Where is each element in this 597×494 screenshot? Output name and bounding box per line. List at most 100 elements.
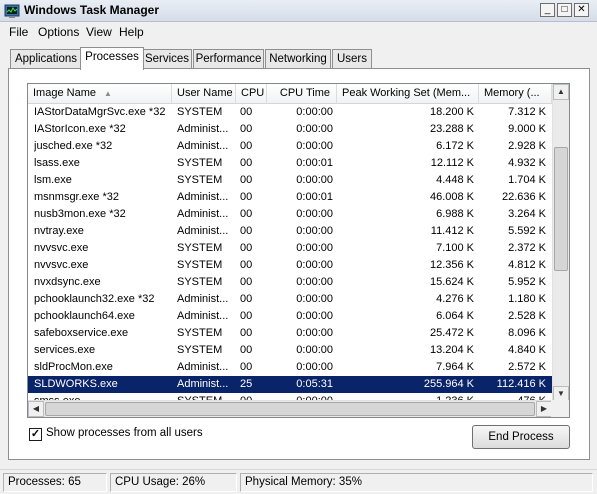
cell-cpu-time: 0:00:00 (296, 225, 333, 237)
cell-cpu-time: 0:00:00 (296, 242, 333, 254)
column-user-name[interactable]: User Name (172, 84, 236, 104)
table-row[interactable]: lsass.exe SYSTEM 00 0:00:01 12.112 K 4.932 K (28, 155, 552, 172)
horizontal-scrollbar[interactable]: ◀ ▶ (28, 400, 553, 417)
column-memory[interactable]: Memory (... (479, 84, 552, 104)
table-row[interactable]: IAStorIcon.exe *32 Administ... 00 0:00:00 23… (28, 121, 552, 138)
cell-memory: 1.180 K (508, 293, 546, 305)
horizontal-scroll-thumb[interactable] (45, 402, 535, 416)
cell-memory: 4.812 K (508, 259, 546, 271)
cell-memory: 5.952 K (508, 276, 546, 288)
cell-memory: 5.592 K (508, 225, 546, 237)
cell-memory: 3.264 K (508, 208, 546, 220)
process-list[interactable]: Image Name ▲ User Name CPU CPU Time Peak … (27, 83, 570, 418)
cell-cpu-time: 0:00:00 (296, 140, 333, 152)
cell-peak-working-set: 6.172 K (436, 140, 474, 152)
table-row[interactable]: msnmsgr.exe *32 Administ... 00 0:00:01 46.00… (28, 189, 552, 206)
cell-cpu-time: 0:00:00 (296, 310, 333, 322)
cell-image-name: SLDWORKS.exe (34, 378, 118, 390)
table-row[interactable]: safeboxservice.exe SYSTEM 00 0:00:00 25.472 … (28, 325, 552, 342)
end-process-button[interactable]: End Process (472, 425, 570, 449)
menu-options[interactable]: Options (38, 25, 79, 39)
cell-image-name: pchooklaunch32.exe *32 (34, 293, 155, 305)
tab-processes[interactable]: Processes (80, 47, 144, 70)
cell-image-name: msnmsgr.exe *32 (34, 191, 119, 203)
cell-memory: 9.000 K (508, 123, 546, 135)
table-row[interactable]: pchooklaunch32.exe *32 Administ... 00 0:00:… (28, 291, 552, 308)
cell-cpu: 00 (240, 225, 253, 237)
maximize-button[interactable]: □ (557, 3, 572, 17)
table-row[interactable]: pchooklaunch64.exe Administ... 00 0:00:00 6.… (28, 308, 552, 325)
cell-memory: 2.572 K (508, 361, 546, 373)
cell-peak-working-set: 4.448 K (436, 174, 474, 186)
cell-user-name: Administ... (177, 191, 229, 203)
menu-help[interactable]: Help (119, 25, 144, 39)
cell-peak-working-set: 15.624 K (429, 276, 474, 288)
table-row[interactable]: sldProcMon.exe Administ... 00 0:00:00 7.964 … (28, 359, 552, 376)
table-row[interactable]: services.exe SYSTEM 00 0:00:00 13.204 K 4.840… (28, 342, 552, 359)
vertical-scrollbar[interactable]: ▲ ▼ (552, 84, 569, 402)
cell-cpu: 00 (240, 327, 253, 339)
cell-image-name: nvvsvc.exe (34, 242, 89, 254)
menu-file[interactable]: File (9, 25, 28, 39)
cell-cpu-time: 0:00:01 (296, 157, 333, 169)
cell-cpu: 00 (240, 310, 253, 322)
column-peak-working-set[interactable]: Peak Working Set (Mem... (337, 84, 479, 104)
table-row[interactable]: jusched.exe *32 Administ... 00 0:00:00 6.172… (28, 138, 552, 155)
cell-cpu: 00 (240, 191, 253, 203)
status-bar: Processes: 65 CPU Usage: 26% Physical Me… (0, 469, 597, 494)
cell-cpu: 00 (240, 361, 253, 373)
cell-peak-working-set: 18.200 K (429, 106, 474, 118)
table-row[interactable]: nvvsvc.exe SYSTEM 00 0:00:00 7.100 K 2.372 K (28, 240, 552, 257)
column-cpu-time[interactable]: CPU Time (267, 84, 337, 104)
scroll-left-icon[interactable]: ◀ (28, 401, 44, 417)
cell-peak-working-set: 25.472 K (429, 327, 474, 339)
scroll-up-icon[interactable]: ▲ (553, 84, 569, 100)
cell-user-name: SYSTEM (177, 276, 223, 288)
tab-applications[interactable]: Applications (10, 49, 82, 69)
tab-networking[interactable]: Networking (265, 49, 331, 69)
cell-memory: 4.840 K (508, 344, 546, 356)
cell-user-name: SYSTEM (177, 157, 223, 169)
cell-user-name: SYSTEM (177, 344, 223, 356)
table-row[interactable]: SLDWORKS.exe Administ... 25 0:05:31 255.964 … (28, 376, 552, 393)
cell-image-name: nusb3mon.exe *32 (34, 208, 126, 220)
cell-cpu-time: 0:00:00 (296, 361, 333, 373)
vertical-scroll-thumb[interactable] (554, 147, 568, 271)
cell-memory: 22.636 K (501, 191, 546, 203)
table-row[interactable]: nvtray.exe Administ... 00 0:00:00 11.412 K 5.… (28, 223, 552, 240)
cell-cpu: 00 (240, 276, 253, 288)
cell-cpu-time: 0:00:00 (296, 344, 333, 356)
close-button[interactable]: ✕ (574, 3, 589, 17)
cell-peak-working-set: 6.064 K (436, 310, 474, 322)
scrollbar-corner (551, 400, 569, 417)
cell-cpu-time: 0:00:00 (296, 208, 333, 220)
menu-view[interactable]: View (86, 25, 112, 39)
sort-ascending-icon: ▲ (103, 89, 112, 98)
table-row[interactable]: nusb3mon.exe *32 Administ... 00 0:00:00 6.98… (28, 206, 552, 223)
cell-cpu-time: 0:00:00 (296, 106, 333, 118)
column-image-name[interactable]: Image Name ▲ (28, 84, 172, 104)
cell-user-name: SYSTEM (177, 174, 223, 186)
tab-performance[interactable]: Performance (193, 49, 264, 69)
cell-memory: 4.932 K (508, 157, 546, 169)
cell-image-name: IAStorIcon.exe *32 (34, 123, 126, 135)
cell-user-name: Administ... (177, 123, 229, 135)
tab-users[interactable]: Users (332, 49, 372, 69)
table-row[interactable]: nvxdsync.exe SYSTEM 00 0:00:00 15.624 K 5.952… (28, 274, 552, 291)
cell-user-name: SYSTEM (177, 242, 223, 254)
cell-memory: 2.928 K (508, 140, 546, 152)
cell-cpu: 00 (240, 208, 253, 220)
column-cpu[interactable]: CPU (236, 84, 267, 104)
cell-image-name: services.exe (34, 344, 96, 356)
cell-memory: 7.312 K (508, 106, 546, 118)
cell-peak-working-set: 12.112 K (430, 157, 474, 169)
table-row[interactable]: lsm.exe SYSTEM 00 0:00:00 4.448 K 1.704 K (28, 172, 552, 189)
show-all-users-label[interactable]: Show processes from all users (46, 427, 203, 439)
minimize-button[interactable]: _ (540, 3, 555, 17)
table-row[interactable]: IAStorDataMgrSvc.exe *32 SYSTEM 00 0:00:00 1… (28, 104, 552, 121)
tab-services[interactable]: Services (142, 49, 192, 69)
cell-cpu: 00 (240, 259, 253, 271)
show-all-users-checkbox[interactable]: ✓ (29, 428, 42, 441)
table-row[interactable]: nvvsvc.exe SYSTEM 00 0:00:00 12.356 K 4.812 K (28, 257, 552, 274)
scroll-right-icon[interactable]: ▶ (536, 401, 552, 417)
